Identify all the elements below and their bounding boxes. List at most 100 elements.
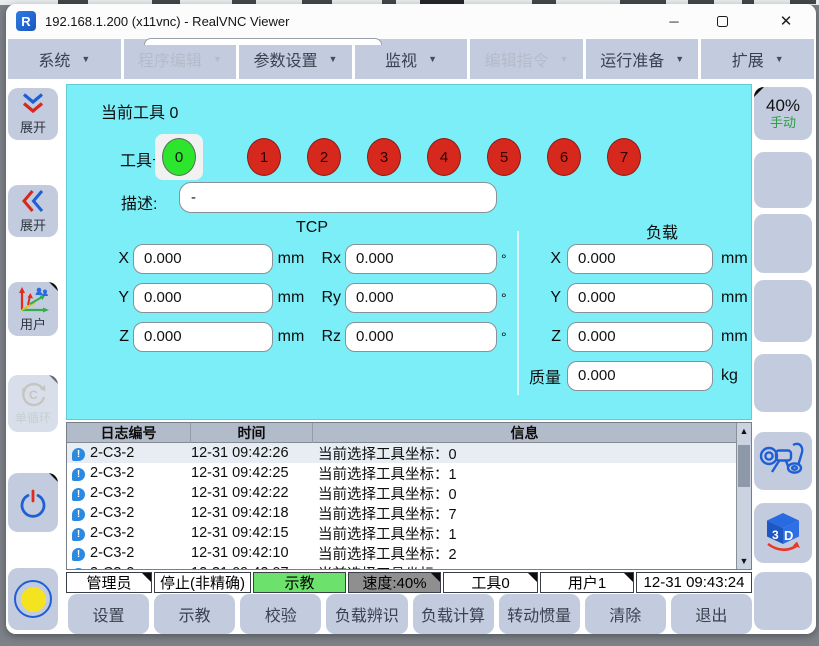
right-panel-button-4[interactable] <box>754 354 812 412</box>
tool-circle-7[interactable]: 7 <box>607 138 641 176</box>
bottom-button-row: 设置 示教 校验 负载辨识 负载计算 转动惯量 清除 退出 <box>68 594 752 634</box>
current-tool-label: 当前工具 0 <box>101 99 178 123</box>
tool-circle-3[interactable]: 3 <box>367 138 401 176</box>
exit-button[interactable]: 退出 <box>671 594 752 634</box>
load-row-z: Z mm <box>517 321 752 352</box>
corner-flag-icon <box>49 375 58 384</box>
load-identify-button[interactable]: 负载辨识 <box>326 594 407 634</box>
tcp-rx-input[interactable] <box>345 244 497 274</box>
load-calculate-button[interactable]: 负载计算 <box>413 594 494 634</box>
corner-flag-icon <box>528 573 537 582</box>
tcp-y-input[interactable] <box>133 283 273 313</box>
inertia-button[interactable]: 转动惯量 <box>499 594 580 634</box>
log-row[interactable]: !2-C3-2 12-31 09:42:18 当前选择工具坐标：7 <box>67 503 736 523</box>
tool-circle-1[interactable]: 1 <box>247 138 281 176</box>
single-cycle-button: C 单循环 <box>8 375 58 432</box>
load-row-y: Y mm <box>517 282 752 313</box>
power-icon <box>17 487 49 519</box>
record-button[interactable] <box>8 568 58 630</box>
right-panel-button-5[interactable] <box>754 572 812 630</box>
load-mass-input[interactable] <box>567 361 713 391</box>
chevron-down-icon: ▼ <box>775 54 784 64</box>
menu-system[interactable]: 系统▼ <box>8 39 121 79</box>
right-panel-button-1[interactable] <box>754 152 812 208</box>
svg-text:D: D <box>784 528 793 543</box>
status-tool[interactable]: 工具0 <box>443 572 538 593</box>
single-cycle-icon: C <box>18 381 48 408</box>
tool-circle-6[interactable]: 6 <box>547 138 581 176</box>
3d-view-button[interactable]: 3 D <box>754 503 812 563</box>
scroll-down-icon[interactable]: ▼ <box>737 556 751 566</box>
realvnc-logo-icon: R <box>16 11 36 31</box>
load-y-input[interactable] <box>567 283 713 313</box>
chevron-down-icon: ▼ <box>675 54 684 64</box>
tcp-ry-input[interactable] <box>345 283 497 313</box>
scrollbar-thumb[interactable] <box>738 445 750 487</box>
menu-edit-command: 编辑指令▼ <box>470 39 583 79</box>
info-icon: ! <box>72 488 85 501</box>
scroll-up-icon[interactable]: ▲ <box>737 426 751 436</box>
status-speed[interactable]: 速度:40% <box>348 572 441 593</box>
record-dot-icon <box>14 580 52 618</box>
log-row[interactable]: !2-C3-2 12-31 09:42:07 当前选择工具坐标：1 <box>67 563 736 569</box>
minimize-button[interactable]: ─ <box>650 4 698 38</box>
description-label: 描述: <box>121 190 157 214</box>
close-button[interactable]: ✕ <box>762 4 810 38</box>
3d-view-icon: 3 D <box>760 511 806 555</box>
tool-circle-0[interactable]: 0 <box>162 138 196 176</box>
tool-circle-5[interactable]: 5 <box>487 138 521 176</box>
svg-text:3: 3 <box>772 528 779 542</box>
speed-mode-button[interactable]: 40% 手动 <box>754 87 812 140</box>
status-bar: 管理员 停止(非精确) 示教 速度:40% 工具0 用户1 12-31 09:4… <box>66 572 752 593</box>
load-x-input[interactable] <box>567 244 713 274</box>
teach-button[interactable]: 示教 <box>154 594 235 634</box>
menu-run-prepare[interactable]: 运行准备▼ <box>586 39 699 79</box>
tcp-z-input[interactable] <box>133 322 273 352</box>
window-title: 192.168.1.200 (x11vnc) - RealVNC Viewer <box>45 14 289 29</box>
right-panel-button-3[interactable] <box>754 280 812 342</box>
info-icon: ! <box>72 568 85 569</box>
menu-extension[interactable]: 扩展▼ <box>701 39 814 79</box>
right-panel-button-2[interactable] <box>754 214 812 273</box>
tool-0-selected-highlight: 0 <box>155 134 203 180</box>
log-header: 日志编号 时间 信息 <box>67 423 736 443</box>
menu-parameter-settings[interactable]: 参数设置▼ <box>239 39 352 79</box>
status-teach-mode: 示教 <box>253 572 346 593</box>
status-user-role[interactable]: 管理员 <box>66 572 152 593</box>
log-table: 日志编号 时间 信息 !2-C3-2 12-31 09:42:26 当前选择工具… <box>66 422 752 570</box>
load-row-mass: 质量 kg <box>517 360 752 391</box>
description-input[interactable] <box>179 182 497 213</box>
load-z-input[interactable] <box>567 322 713 352</box>
tcp-row-z: Z mm Rz ° <box>103 321 513 352</box>
user-frame-button[interactable]: 用户 <box>8 282 58 336</box>
tcp-rz-input[interactable] <box>345 322 497 352</box>
maximize-button[interactable] <box>698 4 746 38</box>
expand-mid-button[interactable]: 展开 <box>8 185 58 237</box>
maximize-icon <box>717 16 728 27</box>
log-row[interactable]: !2-C3-2 12-31 09:42:22 当前选择工具坐标：0 <box>67 483 736 503</box>
settings-button[interactable]: 设置 <box>68 594 149 634</box>
status-user-frame[interactable]: 用户1 <box>540 572 634 593</box>
corner-flag-icon <box>142 573 151 582</box>
clear-button[interactable]: 清除 <box>585 594 666 634</box>
verify-button[interactable]: 校验 <box>240 594 321 634</box>
chevron-down-icon: ▼ <box>328 54 337 64</box>
chevron-down-icon: ▼ <box>560 54 569 64</box>
hand-guide-icon <box>758 440 808 482</box>
expand-top-button[interactable]: 展开 <box>8 88 58 140</box>
log-row[interactable]: !2-C3-2 12-31 09:42:26 当前选择工具坐标：0 <box>67 443 736 463</box>
menu-monitor[interactable]: 监视▼ <box>355 39 468 79</box>
log-scrollbar[interactable]: ▲ ▼ <box>736 423 751 569</box>
tcp-x-input[interactable] <box>133 244 273 274</box>
power-button[interactable] <box>8 473 58 532</box>
tool-circle-4[interactable]: 4 <box>427 138 461 176</box>
hand-guide-button[interactable] <box>754 432 812 490</box>
corner-flag-icon <box>49 282 58 291</box>
log-row[interactable]: !2-C3-2 12-31 09:42:10 当前选择工具坐标：2 <box>67 543 736 563</box>
chevron-down-icon: ▼ <box>428 54 437 64</box>
log-row[interactable]: !2-C3-2 12-31 09:42:15 当前选择工具坐标：1 <box>67 523 736 543</box>
log-row[interactable]: !2-C3-2 12-31 09:42:25 当前选择工具坐标：1 <box>67 463 736 483</box>
tool-circle-2[interactable]: 2 <box>307 138 341 176</box>
status-clock: 12-31 09:43:24 <box>636 572 752 593</box>
tcp-row-x: X mm Rx ° <box>103 243 513 274</box>
